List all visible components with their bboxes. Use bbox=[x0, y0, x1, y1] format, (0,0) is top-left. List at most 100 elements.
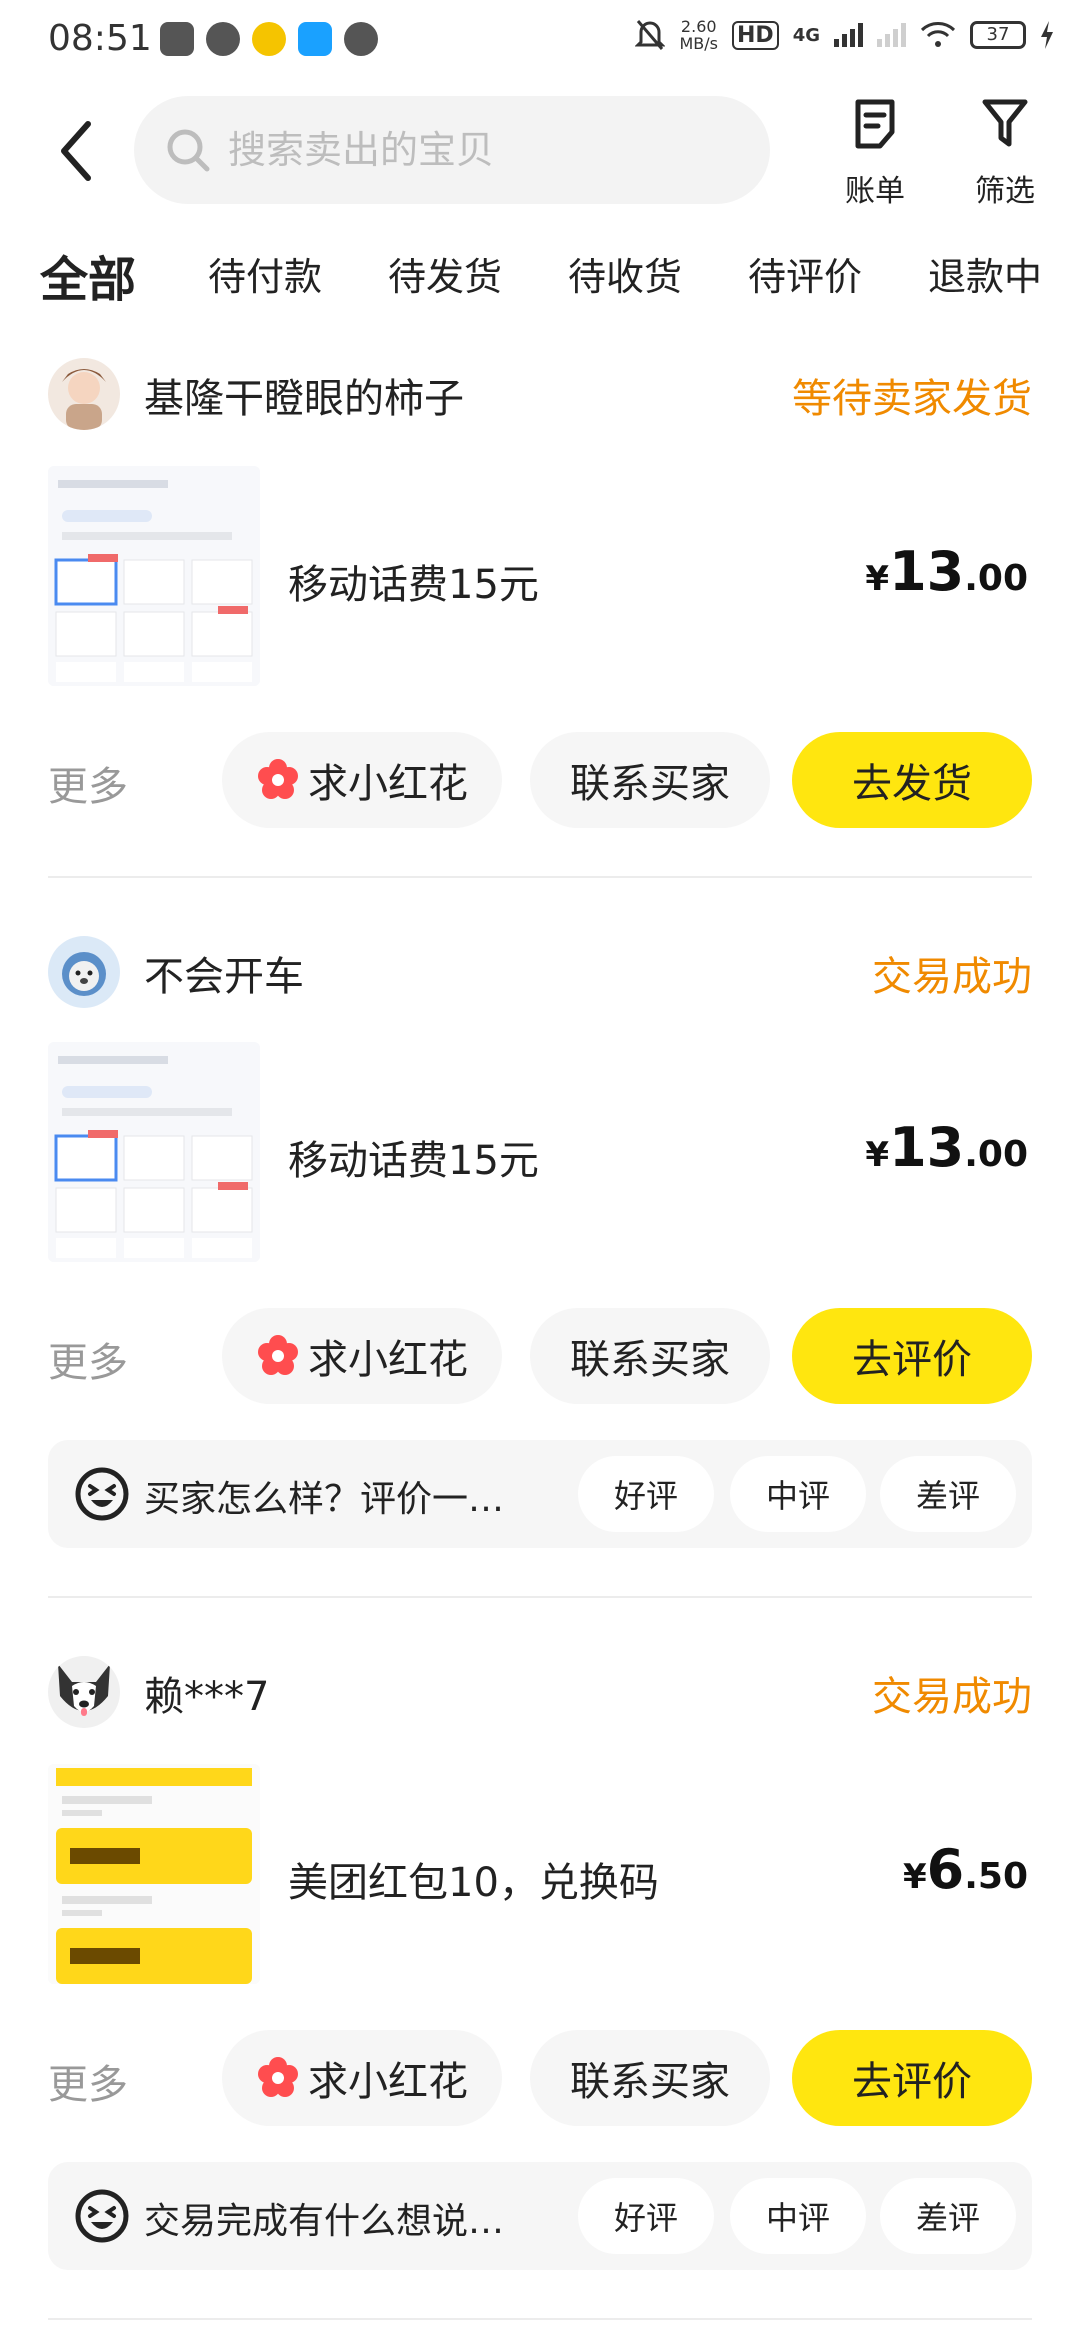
search-icon bbox=[167, 129, 210, 172]
contact-buyer-button[interactable]: 联系买家 bbox=[530, 732, 770, 828]
hd-badge: HD bbox=[732, 20, 779, 50]
neutral-review-button[interactable]: 中评 bbox=[730, 2178, 866, 2254]
order-card[interactable]: 基隆干瞪眼的柿子 等待卖家发货 移动话费15元 ¥13.00 更多 求小红花 联… bbox=[48, 358, 1032, 838]
product-price: ¥6.50 bbox=[903, 1838, 1028, 1901]
contact-buyer-button[interactable]: 联系买家 bbox=[530, 1308, 770, 1404]
app-notification-icon bbox=[160, 22, 194, 56]
avatar-image bbox=[62, 369, 106, 430]
back-arrow-icon[interactable] bbox=[50, 116, 110, 186]
filter-button[interactable]: 筛选 bbox=[960, 98, 1050, 210]
network-type: 4G bbox=[792, 24, 820, 46]
order-tabs: 全部 待付款 待发货 待收货 待评价 退款中 bbox=[0, 240, 1080, 320]
tab-pending-receipt[interactable]: 待收货 bbox=[568, 246, 682, 301]
battery-level: 37 bbox=[986, 24, 1010, 45]
buyer-avatar[interactable] bbox=[48, 1656, 120, 1728]
quick-review-bar: 买家怎么样？评价一… 好评 中评 差评 bbox=[48, 1440, 1032, 1548]
ask-flower-button[interactable]: 求小红花 bbox=[222, 2030, 502, 2126]
buyer-avatar[interactable] bbox=[48, 358, 120, 430]
signal-2-icon bbox=[877, 23, 906, 47]
good-review-button[interactable]: 好评 bbox=[578, 2178, 714, 2254]
ask-flower-label: 求小红花 bbox=[308, 1337, 468, 1383]
bad-review-label: 差评 bbox=[915, 1477, 980, 1515]
search-bar[interactable] bbox=[134, 96, 770, 204]
buyer-avatar[interactable] bbox=[48, 936, 120, 1008]
ask-flower-button[interactable]: 求小红花 bbox=[222, 1308, 502, 1404]
more-button[interactable]: 更多 bbox=[48, 2052, 128, 2110]
search-input[interactable] bbox=[228, 128, 708, 172]
product-price: ¥13.00 bbox=[865, 1116, 1028, 1179]
contact-buyer-label: 联系买家 bbox=[570, 1337, 730, 1383]
product-image bbox=[48, 1764, 260, 1984]
ask-flower-label: 求小红花 bbox=[308, 761, 468, 807]
laughing-face-icon bbox=[75, 1467, 129, 1521]
product-thumbnail[interactable] bbox=[48, 1764, 260, 1984]
ship-button[interactable]: 去发货 bbox=[792, 732, 1032, 828]
speed-unit: MB/s bbox=[679, 34, 718, 53]
good-review-label: 好评 bbox=[613, 2199, 678, 2237]
bill-label: 账单 bbox=[845, 174, 905, 209]
review-prompt: 交易完成有什么想说… bbox=[144, 2201, 505, 2242]
contact-buyer-label: 联系买家 bbox=[570, 761, 730, 807]
product-title[interactable]: 移动话费15元 bbox=[288, 1128, 539, 1186]
bill-button[interactable]: 账单 bbox=[830, 98, 920, 210]
price-integer: 13 bbox=[889, 1116, 965, 1179]
charging-icon bbox=[1041, 21, 1053, 49]
coin-icon bbox=[252, 22, 286, 56]
mute-bell-icon bbox=[635, 20, 666, 50]
good-review-button[interactable]: 好评 bbox=[578, 1456, 714, 1532]
more-button[interactable]: 更多 bbox=[48, 754, 128, 812]
red-flower-icon bbox=[258, 1335, 298, 1375]
battery-icon: 37 bbox=[970, 21, 1026, 49]
neutral-review-label: 中评 bbox=[765, 2199, 830, 2237]
status-bar: 08:51 2.60 MB/s HD 4G 37 bbox=[0, 0, 1080, 84]
product-thumbnail[interactable] bbox=[48, 466, 260, 686]
message-icon bbox=[206, 22, 240, 56]
notification-icons bbox=[160, 22, 378, 56]
buyer-name[interactable]: 赖***7 bbox=[144, 1664, 269, 1722]
header: 账单 筛选 bbox=[0, 90, 1080, 210]
review-button[interactable]: 去评价 bbox=[792, 1308, 1032, 1404]
product-image bbox=[48, 1042, 260, 1262]
red-flower-icon bbox=[258, 2057, 298, 2097]
buyer-name[interactable]: 基隆干瞪眼的柿子 bbox=[144, 366, 464, 424]
planet-icon bbox=[344, 22, 378, 56]
buyer-name[interactable]: 不会开车 bbox=[144, 944, 304, 1002]
product-title[interactable]: 美团红包10，兑换码 bbox=[288, 1850, 659, 1908]
review-button[interactable]: 去评价 bbox=[792, 2030, 1032, 2126]
system-icons: 2.60 MB/s HD 4G 37 bbox=[635, 18, 1054, 52]
product-price: ¥13.00 bbox=[865, 540, 1028, 603]
neutral-review-label: 中评 bbox=[765, 1477, 830, 1515]
tab-pending-shipment[interactable]: 待发货 bbox=[388, 246, 502, 301]
ask-flower-button[interactable]: 求小红花 bbox=[222, 732, 502, 828]
order-card[interactable]: 不会开车 交易成功 移动话费15元 ¥13.00 更多 求小红花 联系买家 去评… bbox=[48, 936, 1032, 1556]
bad-review-button[interactable]: 差评 bbox=[880, 2178, 1016, 2254]
neutral-review-button[interactable]: 中评 bbox=[730, 1456, 866, 1532]
ask-flower-label: 求小红花 bbox=[308, 2059, 468, 2105]
wifi-icon bbox=[920, 22, 956, 47]
browser-icon bbox=[298, 22, 332, 56]
network-speed: 2.60 MB/s bbox=[679, 18, 718, 52]
divider bbox=[48, 1596, 1032, 1598]
tab-pending-payment[interactable]: 待付款 bbox=[208, 246, 322, 301]
divider bbox=[48, 876, 1032, 878]
more-button[interactable]: 更多 bbox=[48, 1330, 128, 1388]
contact-buyer-label: 联系买家 bbox=[570, 2059, 730, 2105]
quick-review-bar: 交易完成有什么想说… 好评 中评 差评 bbox=[48, 2162, 1032, 2270]
price-decimal: .00 bbox=[964, 558, 1028, 599]
good-review-label: 好评 bbox=[613, 1477, 678, 1515]
product-title[interactable]: 移动话费15元 bbox=[288, 552, 539, 610]
tab-pending-review[interactable]: 待评价 bbox=[748, 246, 862, 301]
price-decimal: .50 bbox=[964, 1856, 1028, 1897]
product-thumbnail[interactable] bbox=[48, 1042, 260, 1262]
tab-refunding[interactable]: 退款中 bbox=[928, 246, 1042, 301]
bad-review-button[interactable]: 差评 bbox=[880, 1456, 1016, 1532]
bad-review-label: 差评 bbox=[915, 2199, 980, 2237]
tab-all[interactable]: 全部 bbox=[36, 240, 140, 310]
contact-buyer-button[interactable]: 联系买家 bbox=[530, 2030, 770, 2126]
order-card[interactable]: 赖***7 交易成功 美团红包10，兑换码 ¥6.50 更多 求小红花 联系买家… bbox=[48, 1656, 1032, 2276]
laughing-face-icon bbox=[75, 2189, 129, 2243]
product-image bbox=[48, 466, 260, 686]
review-label: 去评价 bbox=[852, 2059, 972, 2105]
tab-label: 退款中 bbox=[928, 255, 1043, 299]
price-integer: 13 bbox=[889, 540, 965, 603]
